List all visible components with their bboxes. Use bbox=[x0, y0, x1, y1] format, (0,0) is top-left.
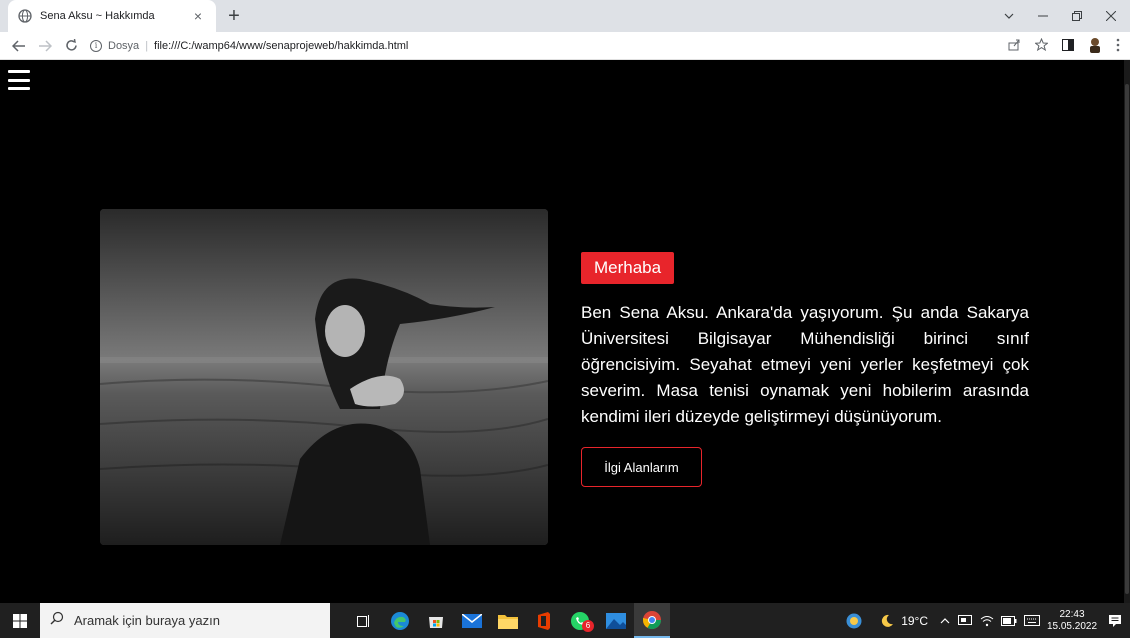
notification-icon[interactable] bbox=[1100, 614, 1130, 628]
close-window-icon[interactable] bbox=[1094, 0, 1128, 32]
clock-time: 22:43 bbox=[1059, 608, 1085, 620]
hamburger-menu-icon[interactable] bbox=[8, 70, 30, 90]
profile-photo bbox=[100, 209, 548, 545]
wifi-icon[interactable] bbox=[976, 615, 998, 627]
address-url[interactable]: file:///C:/wamp64/www/senaprojeweb/hakki… bbox=[154, 40, 408, 52]
system-tray: 19°C 22:43 15.05.2022 bbox=[839, 603, 1130, 638]
reload-icon[interactable] bbox=[58, 33, 84, 59]
store-icon[interactable] bbox=[418, 603, 454, 638]
page-content: Merhaba Ben Sena Aksu. Ankara'da yaşıyor… bbox=[0, 60, 1130, 603]
chrome-icon[interactable] bbox=[634, 603, 670, 638]
clock-date: 15.05.2022 bbox=[1046, 620, 1098, 632]
bio-text: Ben Sena Aksu. Ankara'da yaşıyorum. Şu a… bbox=[581, 303, 1029, 426]
whatsapp-badge: 6 bbox=[582, 620, 594, 632]
minimize-icon[interactable] bbox=[1026, 0, 1060, 32]
edge-icon[interactable] bbox=[382, 603, 418, 638]
address-separator: | bbox=[145, 39, 149, 52]
tab-bar: Sena Aksu ~ Hakkımda × + bbox=[0, 0, 1130, 32]
chevron-up-icon[interactable] bbox=[936, 617, 954, 624]
photos-icon[interactable] bbox=[598, 603, 634, 638]
mail-icon[interactable] bbox=[454, 603, 490, 638]
globe-icon bbox=[18, 9, 32, 23]
share-icon[interactable] bbox=[1008, 38, 1021, 54]
bookmark-star-icon[interactable] bbox=[1034, 37, 1049, 54]
tab-close-icon[interactable]: × bbox=[190, 8, 206, 24]
office-icon[interactable] bbox=[526, 603, 562, 638]
interests-button[interactable]: İlgi Alanlarım bbox=[581, 447, 702, 487]
new-tab-button[interactable]: + bbox=[222, 4, 246, 28]
temperature[interactable]: 19°C bbox=[901, 614, 928, 628]
tab-search-icon[interactable] bbox=[992, 0, 1026, 32]
weather-moon-icon[interactable] bbox=[877, 614, 897, 628]
info-icon[interactable]: i bbox=[90, 39, 102, 52]
address-bar: i Dosya | file:///C:/wamp64/www/senaproj… bbox=[0, 32, 1130, 60]
help-icon[interactable] bbox=[839, 613, 869, 629]
whatsapp-icon[interactable]: 6 bbox=[562, 603, 598, 638]
sidepanel-icon[interactable] bbox=[1062, 38, 1074, 54]
battery-icon[interactable] bbox=[998, 615, 1020, 626]
profile-avatar-icon[interactable] bbox=[1088, 37, 1102, 56]
windows-start-icon[interactable] bbox=[0, 603, 40, 638]
restore-icon[interactable] bbox=[1060, 0, 1094, 32]
address-scheme: Dosya bbox=[108, 39, 140, 52]
back-arrow-icon[interactable] bbox=[6, 33, 32, 59]
browser-tab[interactable]: Sena Aksu ~ Hakkımda × bbox=[8, 0, 216, 32]
tab-title: Sena Aksu ~ Hakkımda bbox=[40, 10, 155, 22]
taskbar-search[interactable]: Aramak için buraya yazın bbox=[40, 603, 330, 638]
search-icon bbox=[50, 611, 64, 630]
menu-dots-icon[interactable] bbox=[1116, 38, 1120, 55]
greeting-badge: Merhaba bbox=[581, 252, 675, 284]
clock[interactable]: 22:43 15.05.2022 bbox=[1044, 609, 1100, 633]
search-placeholder: Aramak için buraya yazın bbox=[74, 613, 220, 628]
toolbar-right bbox=[1008, 32, 1120, 60]
forward-arrow-icon[interactable] bbox=[32, 33, 58, 59]
keyboard-icon[interactable] bbox=[1020, 615, 1044, 626]
taskbar: Aramak için buraya yazın 6 19°C 22:43 15… bbox=[0, 603, 1130, 638]
file-explorer-icon[interactable] bbox=[490, 603, 526, 638]
page-scrollbar[interactable] bbox=[1124, 60, 1130, 603]
meet-icon[interactable] bbox=[954, 614, 976, 627]
task-view-icon[interactable] bbox=[346, 603, 382, 638]
omnibox[interactable]: i Dosya | file:///C:/wamp64/www/senaproj… bbox=[90, 39, 408, 52]
